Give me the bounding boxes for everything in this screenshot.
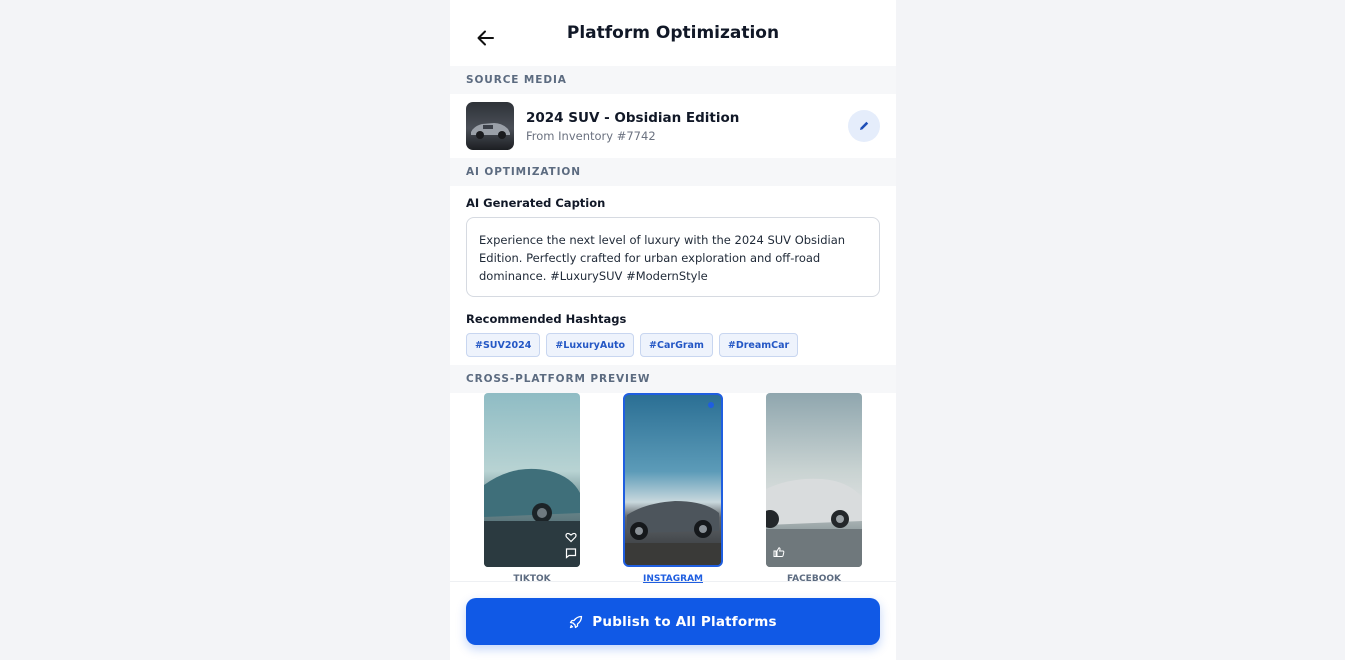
phone-screen: Platform Optimization SOURCE MEDIA 2024 … <box>450 0 896 660</box>
car-thumbnail-image <box>471 123 510 139</box>
hashtag-chip[interactable]: #CarGram <box>640 333 713 357</box>
car-photo-image <box>766 478 862 567</box>
section-label-ai-optimization: AI OPTIMIZATION <box>450 158 896 186</box>
tiktok-preview-card[interactable] <box>484 393 580 567</box>
ai-optimization-block: AI Generated Caption Experience the next… <box>450 186 896 365</box>
hashtag-chip[interactable]: #DreamCar <box>718 333 799 357</box>
comment-icon <box>565 548 577 559</box>
source-title: 2024 SUV - Obsidian Edition <box>526 109 740 126</box>
publish-footer: Publish to All Platforms <box>450 581 896 660</box>
hashtag-chip[interactable]: #LuxuryAuto <box>546 333 635 357</box>
platform-preview-row: TIKTOK INSTAGRAM FACEBOOK <box>450 393 896 587</box>
arrow-left-icon <box>477 30 494 46</box>
facebook-preview-card[interactable] <box>766 393 862 567</box>
thumbs-up-icon <box>773 547 785 557</box>
hashtag-chip[interactable]: #SUV2024 <box>466 333 541 357</box>
source-thumbnail <box>466 102 514 150</box>
pencil-icon <box>860 121 869 130</box>
app-header: Platform Optimization <box>450 0 896 66</box>
page-title: Platform Optimization <box>566 23 780 43</box>
heart-icon <box>565 532 577 543</box>
publish-label: Publish to All Platforms <box>592 613 777 630</box>
hashtag-list: #SUV2024 #LuxuryAuto #CarGram #DreamCar <box>466 333 880 357</box>
rocket-icon <box>570 615 583 628</box>
publish-all-button[interactable]: Publish to All Platforms <box>466 598 880 645</box>
car-photo-image <box>625 501 721 565</box>
instagram-preview-card[interactable] <box>623 393 723 567</box>
caption-label: AI Generated Caption <box>466 196 606 210</box>
hashtags-label: Recommended Hashtags <box>466 312 627 326</box>
selected-indicator-dot <box>708 402 714 408</box>
section-label-source-media: SOURCE MEDIA <box>450 66 896 94</box>
caption-textarea[interactable]: Experience the next level of luxury with… <box>466 217 880 297</box>
source-media-row: 2024 SUV - Obsidian Edition From Invento… <box>450 94 896 158</box>
back-button[interactable] <box>474 26 498 50</box>
edit-source-button[interactable] <box>848 110 880 142</box>
section-label-preview: CROSS-PLATFORM PREVIEW <box>450 365 896 393</box>
source-subtitle: From Inventory #7742 <box>526 128 656 143</box>
